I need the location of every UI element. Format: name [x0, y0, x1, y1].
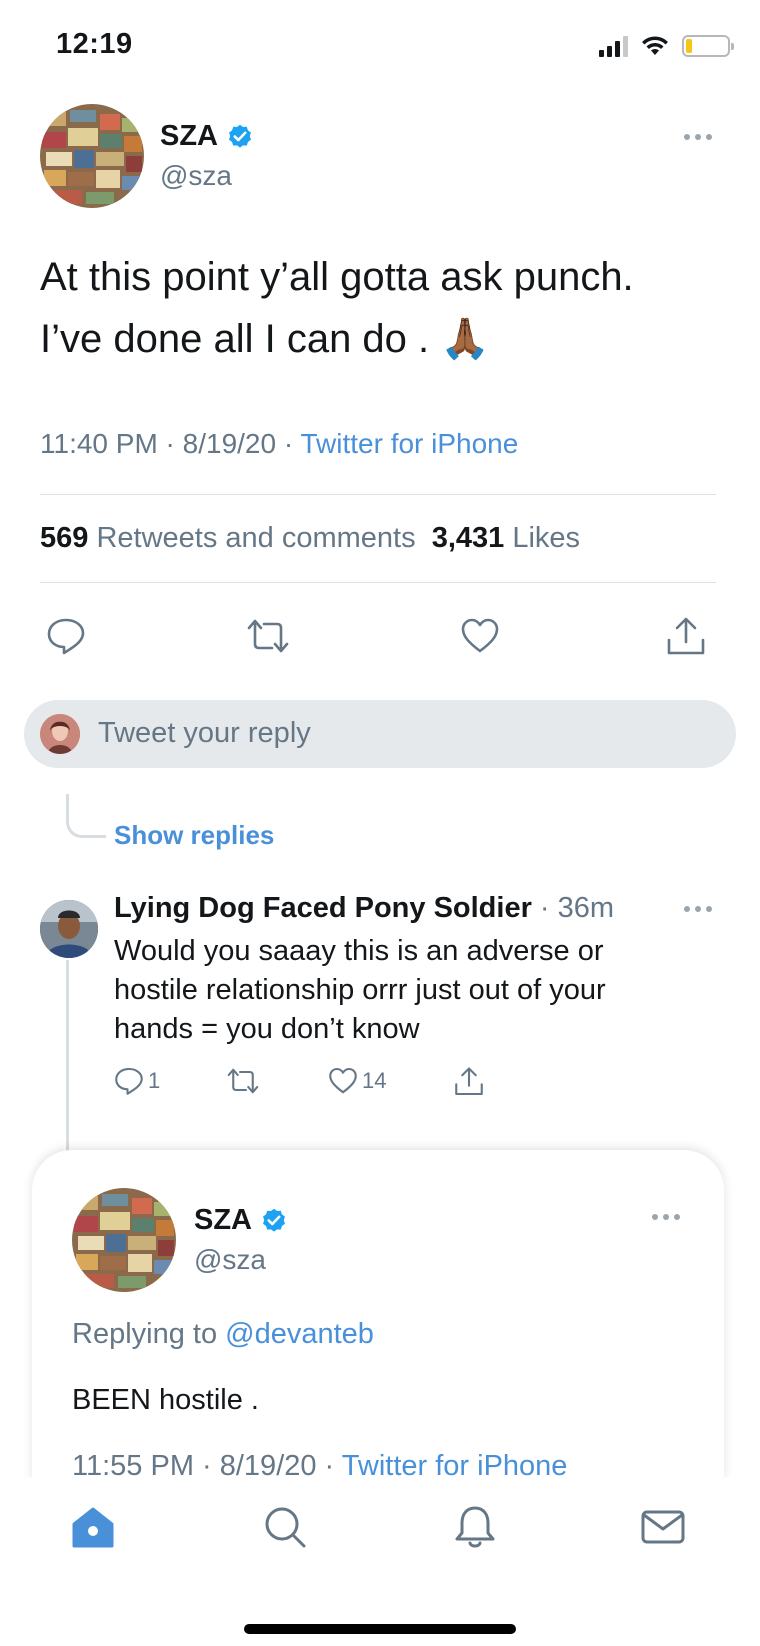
tweet-source-link[interactable]: Twitter for iPhone: [300, 428, 518, 459]
author-name-text: SZA: [194, 1204, 252, 1236]
verified-badge-icon: [229, 124, 251, 148]
replying-to: Replying to @devanteb: [72, 1318, 374, 1351]
tab-bar: [0, 1478, 760, 1646]
likes-count[interactable]: 3,431: [432, 522, 505, 554]
tweet-text: At this point y’all gotta ask punch. I’v…: [40, 246, 720, 370]
like-icon[interactable]: [460, 616, 500, 656]
mention-link[interactable]: @devanteb: [225, 1318, 374, 1350]
show-replies-link[interactable]: Show replies: [114, 820, 274, 851]
current-user-avatar: [40, 714, 80, 754]
replying-to-label: Replying to: [72, 1318, 226, 1350]
status-icons: [599, 34, 734, 58]
more-options-icon[interactable]: [684, 906, 712, 912]
tweet-source-link[interactable]: Twitter for iPhone: [342, 1450, 568, 1480]
verified-badge-icon: [263, 1208, 285, 1232]
notifications-icon[interactable]: [452, 1504, 498, 1550]
like-count: 14: [362, 1068, 387, 1093]
home-icon[interactable]: [70, 1504, 116, 1550]
author-name[interactable]: SZA: [194, 1204, 288, 1237]
tweet-actions: [40, 616, 716, 666]
tweet-timestamp: 11:40 PM · 8/19/20 · Twitter for iPhone: [40, 428, 518, 460]
share-icon[interactable]: [666, 616, 706, 658]
reply-count-button[interactable]: 1: [114, 1066, 160, 1096]
home-indicator[interactable]: [244, 1624, 516, 1634]
author-handle: @sza: [160, 160, 232, 191]
retweets-count[interactable]: 569: [40, 522, 88, 554]
reply-actions: 1 14: [114, 1066, 534, 1100]
avatar[interactable]: [72, 1188, 176, 1292]
divider: [40, 582, 716, 583]
avatar[interactable]: [40, 900, 98, 958]
like-icon: [329, 1067, 357, 1094]
tweet-stats: 569 Retweets and comments 3,431 Likes: [40, 522, 580, 555]
reply-text: Would you saaay this is an adverse or ho…: [114, 935, 606, 1045]
tweet-timestamp: 11:55 PM · 8/19/20 · Twitter for iPhone: [72, 1450, 567, 1480]
share-icon: [455, 1067, 483, 1096]
author-handle: @sza: [194, 1244, 266, 1275]
avatar[interactable]: [40, 104, 144, 208]
reply-icon[interactable]: [46, 616, 86, 656]
tweet-text-line: At this point y’all gotta ask punch.: [40, 255, 634, 299]
reply-header: Lying Dog Faced Pony Soldier · 36m: [114, 892, 614, 925]
author-name[interactable]: SZA: [160, 120, 254, 153]
tweet-text-line: I’ve done all I can do . 🙏🏾: [40, 317, 491, 361]
reply-card[interactable]: SZA @sza Replying to @devanteb BEEN host…: [32, 1150, 724, 1480]
likes-label[interactable]: Likes: [504, 522, 580, 554]
timestamp-text: 11:40 PM · 8/19/20 ·: [40, 428, 301, 459]
reply-author-name[interactable]: Lying Dog Faced Pony Soldier: [114, 892, 532, 924]
reply-icon: [115, 1067, 143, 1095]
divider: [40, 494, 716, 495]
more-options-icon[interactable]: [684, 134, 712, 140]
like-count-button[interactable]: 14: [328, 1066, 386, 1096]
retweet-button[interactable]: [226, 1066, 260, 1096]
author-name-text: SZA: [160, 120, 218, 152]
battery-icon: [682, 35, 734, 57]
more-options-icon[interactable]: [652, 1214, 680, 1220]
messages-icon[interactable]: [640, 1504, 686, 1550]
retweet-icon: [227, 1068, 259, 1094]
reply-text: BEEN hostile .: [72, 1384, 259, 1416]
wifi-icon: [642, 36, 668, 55]
status-time: 12:19: [56, 28, 133, 60]
retweets-label[interactable]: Retweets and comments: [88, 522, 431, 554]
cellular-signal-icon: [599, 35, 628, 57]
search-icon[interactable]: [262, 1504, 308, 1550]
retweet-icon[interactable]: [246, 616, 290, 656]
status-bar: 12:19: [0, 0, 760, 90]
share-button[interactable]: [454, 1066, 484, 1098]
reply-placeholder: Tweet your reply: [98, 717, 311, 749]
reply-input[interactable]: Tweet your reply: [24, 700, 736, 768]
thread-connector: [66, 794, 106, 838]
reply-count: 1: [148, 1068, 161, 1093]
reply-time: · 36m: [531, 892, 615, 924]
timestamp-text: 11:55 PM · 8/19/20 ·: [72, 1450, 342, 1480]
